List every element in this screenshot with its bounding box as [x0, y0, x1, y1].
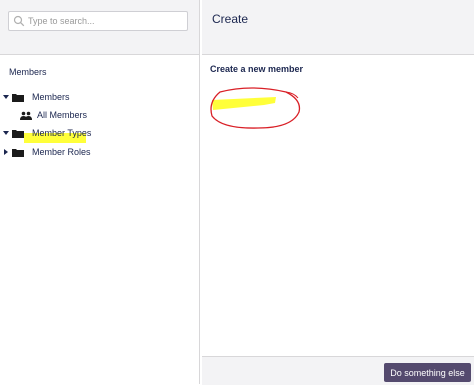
caret-down-icon[interactable] — [3, 129, 9, 137]
page-title: Create — [212, 12, 249, 26]
folder-icon — [12, 148, 24, 157]
highlight-annotation — [210, 87, 301, 129]
search-header — [0, 0, 199, 55]
tree-panel: Members Members All Members Member Types… — [0, 0, 200, 384]
tree-item-label: All Members — [37, 110, 88, 120]
folder-icon — [12, 129, 24, 138]
tree-item-label: Member Types — [32, 128, 92, 138]
tree-item-members[interactable]: Members — [3, 89, 70, 105]
tree-item-member-types[interactable]: Member Types — [3, 125, 91, 141]
editor-header: Create — [202, 0, 474, 55]
tree-item-all-members[interactable]: All Members — [20, 107, 87, 123]
section-title: Members — [9, 67, 47, 77]
footer-bar: Do something else — [202, 356, 474, 385]
tree-item-member-roles[interactable]: Member Roles — [3, 144, 91, 160]
search-box[interactable] — [8, 11, 188, 31]
caret-right-icon[interactable] — [3, 148, 9, 156]
tree-item-label: Member Roles — [32, 147, 91, 157]
create-subheading: Create a new member — [210, 64, 304, 74]
people-icon — [20, 111, 32, 120]
do-something-else-button[interactable]: Do something else — [384, 363, 471, 382]
folder-icon — [12, 93, 24, 102]
search-input[interactable] — [28, 12, 183, 30]
caret-down-icon[interactable] — [3, 93, 9, 101]
tree-item-label: Members — [32, 92, 70, 102]
search-icon — [13, 15, 25, 27]
